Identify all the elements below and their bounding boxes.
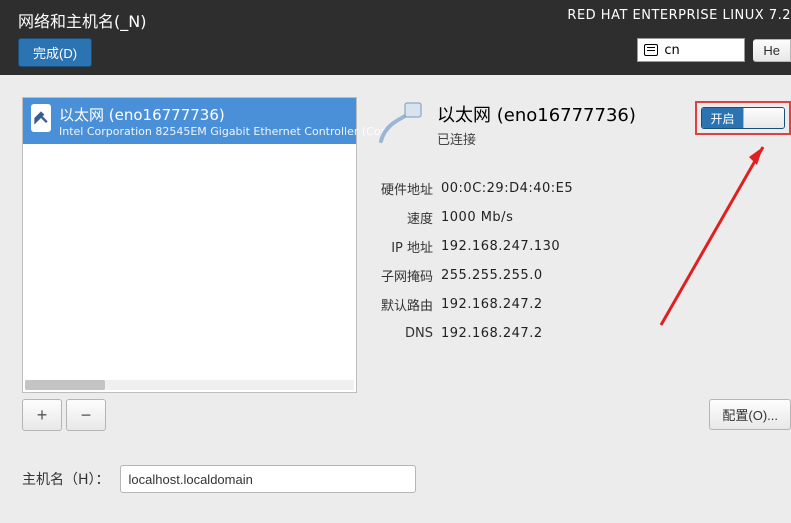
network-device-list[interactable]: 以太网 (eno16777736) Intel Corporation 8254… <box>22 97 357 393</box>
remove-device-button[interactable]: − <box>66 399 106 431</box>
help-button[interactable]: He <box>753 39 791 62</box>
configure-button[interactable]: 配置(O)... <box>709 399 791 430</box>
horizontal-scrollbar[interactable] <box>25 380 354 390</box>
annotation-arrow <box>651 135 781 335</box>
network-device-item[interactable]: 以太网 (eno16777736) Intel Corporation 8254… <box>23 98 356 144</box>
keyboard-layout-indicator[interactable]: cn <box>637 38 745 62</box>
ethernet-icon <box>31 104 51 132</box>
connection-status: 已连接 <box>437 129 636 148</box>
hostname-label: 主机名（H）： <box>22 469 110 489</box>
connection-toggle[interactable]: 开启 <box>701 107 785 129</box>
keyboard-layout-label: cn <box>664 43 679 58</box>
ethernet-large-icon <box>375 101 423 145</box>
toggle-knob <box>743 108 784 128</box>
device-name: 以太网 (eno16777736) <box>59 104 388 125</box>
installer-topbar: 网络和主机名(_N) 完成(D) RED HAT ENTERPRISE LINU… <box>0 0 791 75</box>
keyboard-icon <box>644 44 658 56</box>
device-subtitle: Intel Corporation 82545EM Gigabit Ethern… <box>59 125 388 138</box>
annotation-highlight: 开启 <box>695 101 791 135</box>
toggle-on-label: 开启 <box>702 108 743 128</box>
connection-title: 以太网 (eno16777736) <box>437 101 636 127</box>
done-button[interactable]: 完成(D) <box>18 38 92 67</box>
add-device-button[interactable]: + <box>22 399 62 431</box>
distro-label: RED HAT ENTERPRISE LINUX 7.2 <box>491 8 791 23</box>
hostname-input[interactable] <box>120 465 416 493</box>
